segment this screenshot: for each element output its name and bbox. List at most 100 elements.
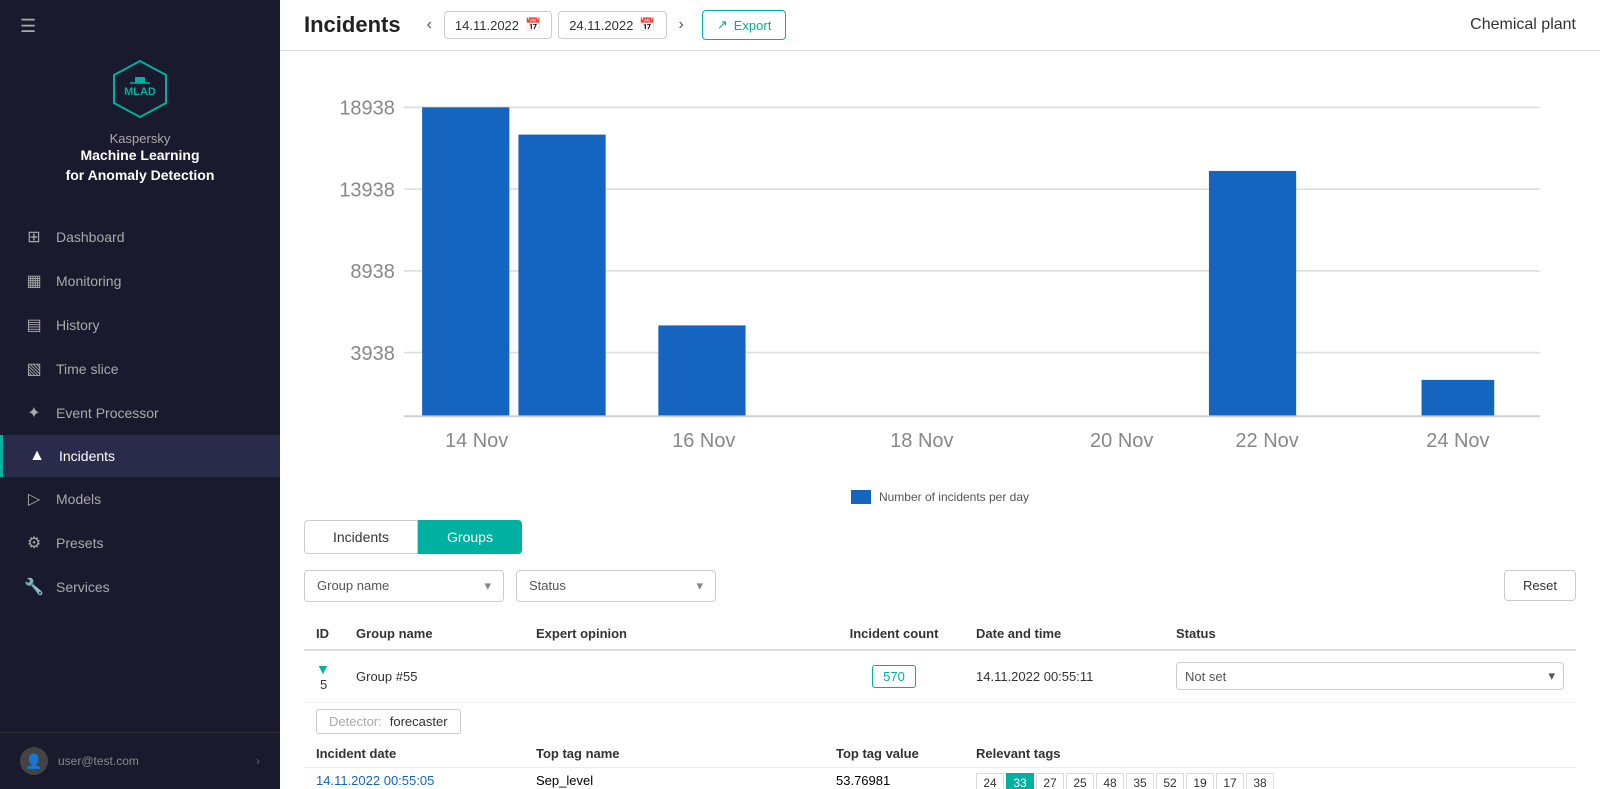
detector-row: Detector: forecaster <box>304 702 1576 740</box>
sidebar-item-label: Presets <box>56 535 103 551</box>
sidebar-item-label: Incidents <box>59 448 115 464</box>
company-name: Kaspersky <box>66 131 215 146</box>
tab-incidents[interactable]: Incidents <box>304 520 418 554</box>
sidebar-item-dashboard[interactable]: ⊞ Dashboard <box>0 215 280 259</box>
end-date-value: 24.11.2022 <box>569 18 633 33</box>
incidents-chart: 18938 13938 8938 3938 14 Nov 16 Nov 18 N… <box>304 71 1576 471</box>
svg-text:3938: 3938 <box>350 343 394 365</box>
sidebar-header: ☰ <box>0 0 280 47</box>
logo-icon: MLAD <box>108 57 172 121</box>
sidebar-item-models[interactable]: ▷ Models <box>0 477 280 521</box>
top-tag-name-header: Top tag name <box>524 740 824 768</box>
topbar: Incidents ‹ 14.11.2022 📅 24.11.2022 📅 › … <box>280 0 1600 51</box>
svg-text:20 Nov: 20 Nov <box>1090 430 1153 452</box>
start-date-button[interactable]: 14.11.2022 📅 <box>444 11 552 39</box>
bar-24nov <box>1422 380 1495 416</box>
incidents-icon: ▲ <box>27 447 47 465</box>
svg-text:MLAD: MLAD <box>124 86 156 98</box>
detector-badge: Detector: forecaster <box>316 709 461 734</box>
group-name-placeholder: Group name <box>317 578 389 593</box>
tag-item: 24 <box>976 773 1004 789</box>
prev-date-button[interactable]: ‹ <box>421 12 438 38</box>
status-cell: Not set ▾ <box>1164 650 1576 703</box>
user-email: user@test.com <box>58 754 139 768</box>
sidebar-item-services[interactable]: 🔧 Services <box>0 565 280 609</box>
tag-item: 38 <box>1246 773 1274 789</box>
main-content: Incidents ‹ 14.11.2022 📅 24.11.2022 📅 › … <box>280 0 1600 789</box>
svg-text:22 Nov: 22 Nov <box>1235 430 1298 452</box>
tag-item: 33 <box>1006 773 1034 789</box>
start-date-value: 14.11.2022 <box>455 18 519 33</box>
sidebar-expand-icon[interactable]: › <box>256 754 260 768</box>
col-status: Status <box>1164 618 1576 650</box>
status-placeholder: Status <box>529 578 566 593</box>
expand-arrow-icon[interactable]: ▼ <box>316 661 330 677</box>
expand-cell[interactable]: ▼ 5 <box>304 650 344 703</box>
calendar-icon: 📅 <box>525 17 541 33</box>
detector-label: Detector: <box>329 714 382 729</box>
group-name-cell: Group #55 <box>344 650 524 703</box>
col-date-time: Date and time <box>964 618 1164 650</box>
legend-color-box <box>851 490 871 504</box>
sidebar-item-label: Services <box>56 579 110 595</box>
product-name: Machine Learning for Anomaly Detection <box>66 146 215 185</box>
services-icon: 🔧 <box>24 577 44 597</box>
status-filter[interactable]: Status ▾ <box>516 570 716 602</box>
relevant-tags-cell: 24332725483552191738 <box>964 767 1576 789</box>
sidebar-footer: 👤 user@test.com › <box>0 732 280 789</box>
group-name-filter[interactable]: Group name ▾ <box>304 570 504 602</box>
next-date-button[interactable]: › <box>673 12 690 38</box>
content-area: 18938 13938 8938 3938 14 Nov 16 Nov 18 N… <box>280 51 1600 789</box>
status-value: Not set <box>1185 669 1226 684</box>
col-id: ID <box>304 618 344 650</box>
sidebar-item-presets[interactable]: ⚙ Presets <box>0 521 280 565</box>
presets-icon: ⚙ <box>24 533 44 553</box>
sidebar-item-monitoring[interactable]: ▦ Monitoring <box>0 259 280 303</box>
sidebar-item-label: Dashboard <box>56 229 125 245</box>
legend-label: Number of incidents per day <box>879 490 1029 504</box>
incident-date-cell[interactable]: 14.11.2022 00:55:05 <box>304 767 524 789</box>
sidebar-item-event-processor[interactable]: ✦ Event Processor <box>0 391 280 435</box>
incident-sub-header: Incident date Top tag name Top tag value… <box>304 740 1576 768</box>
sidebar-item-label: Event Processor <box>56 405 159 421</box>
relevant-tags-header: Relevant tags <box>964 740 1576 768</box>
col-incident-count: Incident count <box>824 618 964 650</box>
incident-date-header: Incident date <box>304 740 524 768</box>
logo-area: MLAD Kaspersky Machine Learning for Anom… <box>0 47 280 205</box>
bar-22nov-1 <box>1209 171 1296 416</box>
status-select[interactable]: Not set ▾ <box>1176 662 1564 690</box>
incident-count-badge: 570 <box>872 665 916 688</box>
incident-date-link[interactable]: 14.11.2022 00:55:05 <box>316 773 434 788</box>
sidebar-item-label: Models <box>56 491 101 507</box>
date-navigation: ‹ 14.11.2022 📅 24.11.2022 📅 › <box>421 11 690 39</box>
top-tag-value-cell: 53.76981 <box>824 767 964 789</box>
svg-text:18 Nov: 18 Nov <box>890 430 953 452</box>
group-id: 5 <box>320 677 327 692</box>
end-date-button[interactable]: 24.11.2022 📅 <box>558 11 666 39</box>
tag-item: 27 <box>1036 773 1064 789</box>
expert-opinion-cell <box>524 650 824 703</box>
hamburger-icon[interactable]: ☰ <box>20 16 36 37</box>
event-processor-icon: ✦ <box>24 403 44 423</box>
top-tag-name-cell: Sep_level <box>524 767 824 789</box>
view-tabs: Incidents Groups <box>304 520 1576 554</box>
sidebar-item-incidents[interactable]: ▲ Incidents <box>0 435 280 477</box>
reset-button[interactable]: Reset <box>1504 570 1576 601</box>
history-icon: ▤ <box>24 315 44 335</box>
detector-value: forecaster <box>390 714 448 729</box>
svg-text:13938: 13938 <box>339 179 395 201</box>
tab-groups[interactable]: Groups <box>418 520 522 554</box>
export-button[interactable]: ↗ Export <box>702 10 786 40</box>
date-time-cell: 14.11.2022 00:55:11 <box>964 650 1164 703</box>
status-arrow-icon: ▾ <box>696 578 703 594</box>
bar-14nov-2 <box>518 135 605 417</box>
sidebar-item-label: Monitoring <box>56 273 121 289</box>
page-title: Incidents <box>304 12 401 38</box>
status-arrow-icon: ▾ <box>1548 668 1555 684</box>
table-row: ▼ 5 Group #55 570 14.11.2022 00:55:11 No… <box>304 650 1576 703</box>
sidebar-item-time-slice[interactable]: ▧ Time slice <box>0 347 280 391</box>
svg-text:14 Nov: 14 Nov <box>445 430 508 452</box>
svg-text:8938: 8938 <box>350 261 394 283</box>
sidebar-item-history[interactable]: ▤ History <box>0 303 280 347</box>
incident-count-cell: 570 <box>824 650 964 703</box>
